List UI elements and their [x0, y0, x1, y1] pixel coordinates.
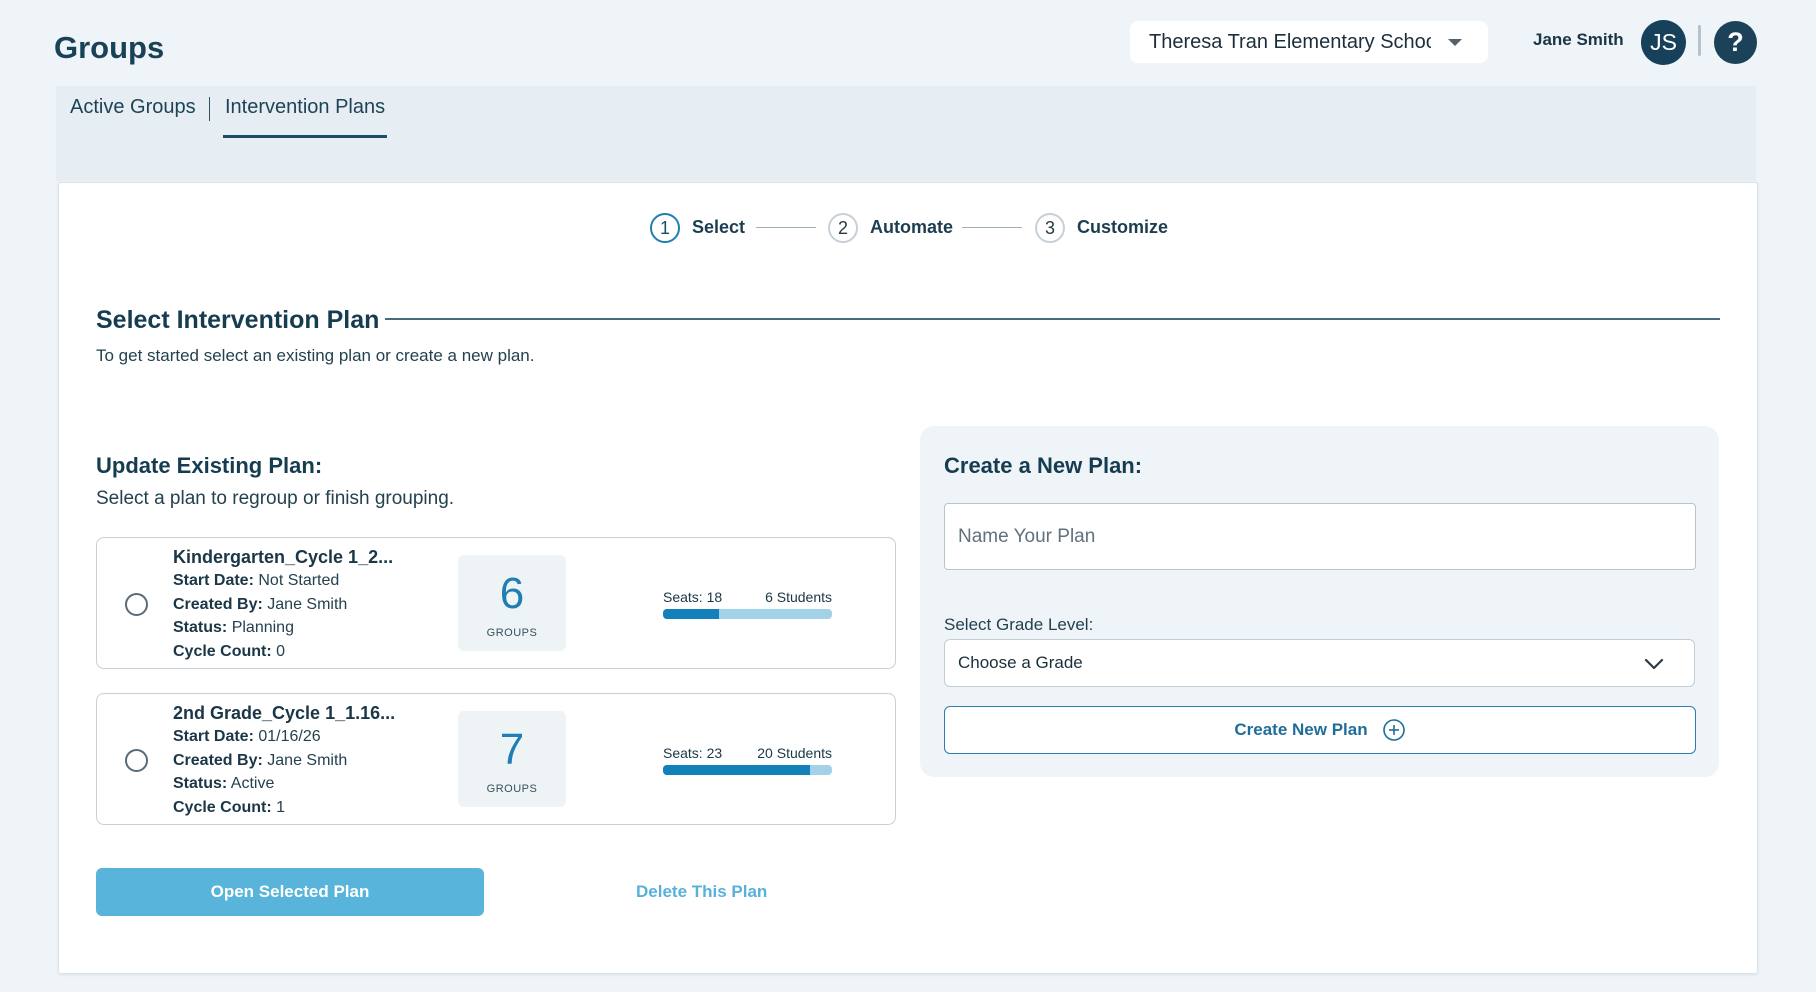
groups-count-box: 6 GROUPS — [458, 555, 566, 651]
seats-progress: Seats: 23 20 Students — [663, 745, 832, 775]
groups-count-box: 7 GROUPS — [458, 711, 566, 807]
tab-separator — [209, 97, 210, 121]
plan-radio[interactable] — [125, 749, 148, 772]
create-new-plan-button[interactable]: Create New Plan — [944, 706, 1696, 754]
update-plan-title: Update Existing Plan: — [96, 453, 323, 478]
section-subtitle: To get started select an existing plan o… — [96, 346, 535, 365]
status-label: Status: — [173, 775, 228, 792]
plan-info: 2nd Grade_Cycle 1_1.16... Start Date: 01… — [173, 703, 413, 822]
groups-count: 6 — [499, 569, 525, 618]
seats-progress: Seats: 18 6 Students — [663, 589, 832, 619]
seats-label: Seats: 23 — [663, 745, 723, 761]
start-date-value: Not Started — [258, 572, 340, 589]
grade-level-label: Select Grade Level: — [944, 615, 1094, 634]
groups-label: GROUPS — [486, 627, 538, 639]
status-label: Status: — [173, 619, 228, 636]
grade-level-select[interactable]: Choose a Grade — [944, 639, 1695, 687]
step-1-number: 1 — [650, 213, 680, 243]
seats-bar-fill — [663, 609, 720, 619]
tab-active-groups[interactable]: Active Groups — [70, 96, 196, 138]
delete-plan-link[interactable]: Delete This Plan — [636, 882, 767, 902]
cycle-count-label: Cycle Count: — [173, 642, 272, 660]
seats-bar — [663, 609, 832, 619]
cycle-count-value: 0 — [276, 642, 286, 660]
step-2-label: Automate — [870, 217, 954, 237]
start-date-value: 01/16/26 — [258, 728, 321, 745]
step-3-number: 3 — [1035, 213, 1065, 243]
school-select[interactable]: Theresa Tran Elementary School — [1130, 21, 1488, 63]
cycle-count-value: 1 — [276, 798, 286, 816]
plus-circle-icon — [1382, 719, 1405, 741]
plan-name-input[interactable] — [944, 503, 1696, 570]
step-connector — [962, 227, 1022, 228]
header-divider — [1698, 25, 1701, 56]
create-plan-title: Create a New Plan: — [944, 453, 1143, 478]
question-icon[interactable]: ? — [1714, 21, 1757, 64]
page-title: Groups — [54, 30, 165, 65]
section-title: Select Intervention Plan — [96, 306, 380, 334]
seats-bar-fill — [663, 765, 811, 775]
students-label: 20 Students — [757, 745, 832, 761]
chevron-down-icon — [1644, 658, 1664, 670]
seats-bar — [663, 765, 832, 775]
plan-name: 2nd Grade_Cycle 1_1.16... — [173, 703, 396, 723]
created-by-label: Created By: — [173, 751, 263, 769]
step-1-label: Select — [692, 217, 746, 237]
plan-info: Kindergarten_Cycle 1_2... Start Date: No… — [173, 547, 413, 666]
cycle-count-label: Cycle Count: — [173, 798, 272, 816]
school-select-value: Theresa Tran Elementary School — [1149, 30, 1431, 53]
start-date-label: Start Date: — [173, 728, 254, 745]
start-date-label: Start Date: — [173, 572, 254, 589]
created-by-label: Created By: — [173, 595, 263, 613]
status-value: Active — [230, 775, 275, 792]
step-3-label: Customize — [1077, 217, 1169, 237]
section-divider — [385, 318, 1720, 320]
create-new-plan-label: Create New Plan — [1234, 720, 1368, 739]
plan-radio[interactable] — [125, 593, 148, 616]
plan-card[interactable]: Kindergarten_Cycle 1_2... Start Date: No… — [96, 537, 896, 669]
groups-label: GROUPS — [486, 783, 538, 795]
step-connector — [756, 227, 816, 228]
step-2-number: 2 — [828, 213, 858, 243]
students-label: 6 Students — [765, 589, 832, 605]
plan-card[interactable]: 2nd Grade_Cycle 1_1.16... Start Date: 01… — [96, 693, 896, 825]
tab-intervention-plans[interactable]: Intervention Plans — [223, 96, 388, 138]
avatar[interactable]: JS — [1641, 20, 1686, 65]
seats-label: Seats: 18 — [663, 589, 723, 605]
open-selected-plan-button[interactable]: Open Selected Plan — [96, 868, 484, 916]
plan-name: Kindergarten_Cycle 1_2... — [173, 547, 394, 567]
created-by-value: Jane Smith — [267, 595, 348, 613]
created-by-value: Jane Smith — [267, 751, 348, 769]
status-value: Planning — [231, 619, 294, 636]
grade-level-value: Choose a Grade — [958, 653, 1083, 672]
groups-count: 7 — [499, 725, 525, 774]
update-plan-subtitle: Select a plan to regroup or finish group… — [96, 488, 455, 509]
user-name[interactable]: Jane Smith — [1533, 30, 1624, 50]
caret-down-icon — [1448, 39, 1462, 46]
